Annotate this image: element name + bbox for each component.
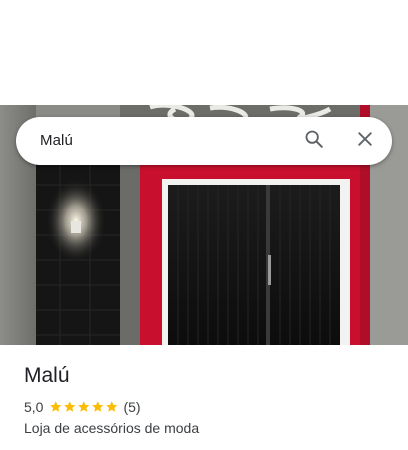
place-name[interactable]: Malú (24, 362, 392, 390)
close-icon (355, 129, 375, 154)
clear-search-button[interactable] (351, 127, 379, 155)
search-button[interactable] (300, 127, 328, 155)
rating-row[interactable]: 5,0 (5) (24, 398, 392, 416)
star-icon (50, 401, 62, 413)
place-category[interactable]: Loja de acessórios de moda (24, 419, 392, 437)
search-query[interactable]: Malú (40, 132, 73, 149)
star-icon (92, 401, 104, 413)
star-icon (106, 401, 118, 413)
place-info-panel: Malú 5,0 (5) Loja de acessórios de moda (24, 362, 392, 437)
rating-stars (49, 400, 119, 414)
star-icon (78, 401, 90, 413)
star-icon (64, 401, 76, 413)
rating-value: 5,0 (24, 399, 44, 415)
review-count[interactable]: (5) (123, 399, 140, 415)
search-bar[interactable]: Malú (16, 117, 392, 165)
search-icon (303, 128, 325, 155)
